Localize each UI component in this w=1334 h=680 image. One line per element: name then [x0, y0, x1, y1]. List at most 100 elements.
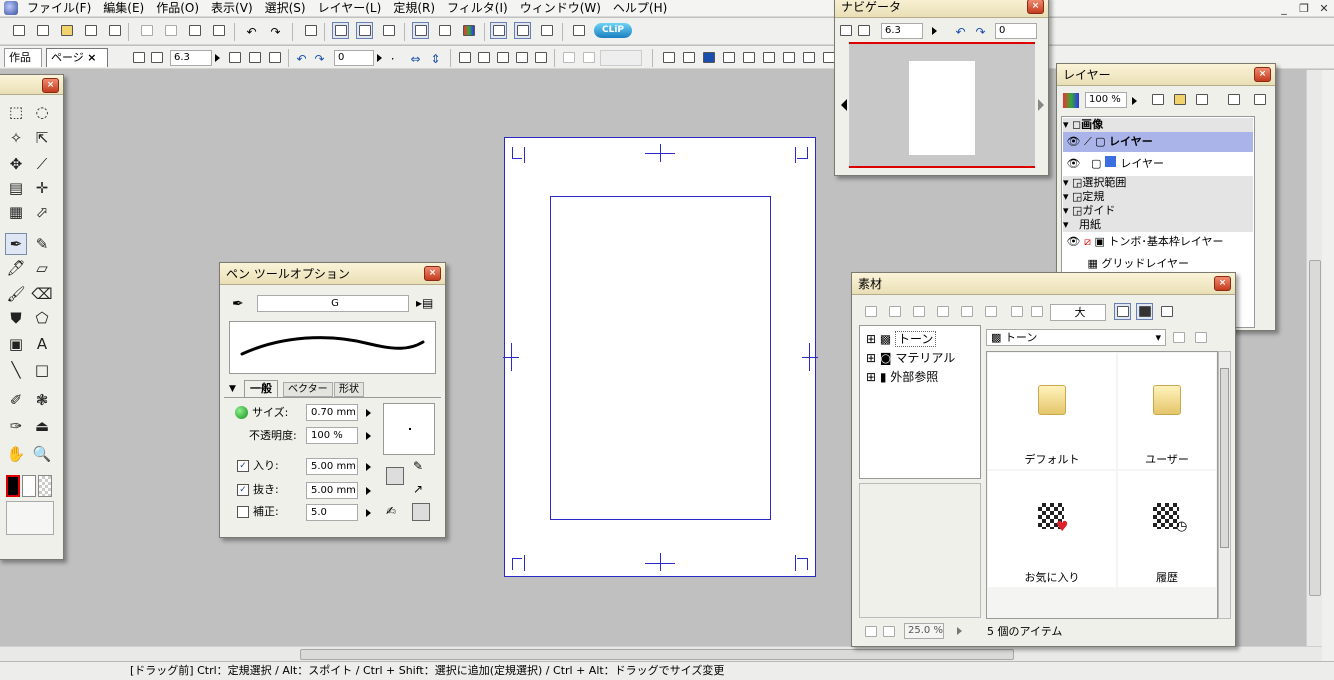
select-pen-icon[interactable]: ⬀	[31, 201, 53, 223]
rotate-reset-icon[interactable]	[148, 49, 165, 66]
stamp-tool-icon[interactable]: ⏏	[31, 415, 53, 437]
mat-paste-tone-icon[interactable]	[886, 303, 903, 320]
line-icon[interactable]	[680, 49, 697, 66]
brush-icon[interactable]	[740, 49, 757, 66]
mat-paste-icon[interactable]	[862, 303, 879, 320]
lasso-icon[interactable]: ◌	[31, 101, 53, 123]
angle-input[interactable]: 0	[334, 50, 374, 66]
cut-icon[interactable]	[138, 22, 155, 39]
object-select-icon[interactable]: ⇱	[31, 127, 53, 149]
pen-tool-icon[interactable]: ✒	[5, 233, 27, 255]
ruler-icon[interactable]	[494, 49, 511, 66]
delete-layer-icon[interactable]	[1193, 91, 1210, 108]
tab-work[interactable]: 作品	[4, 48, 42, 67]
text-tool-icon[interactable]: A	[31, 333, 53, 355]
close-window-icon[interactable]: ✕	[1314, 0, 1334, 16]
materials-close-button[interactable]: ×	[1214, 276, 1231, 291]
pressure-status-icon[interactable]	[235, 406, 248, 419]
nav-reset-icon[interactable]	[855, 22, 872, 39]
grid-tool-icon[interactable]: ▦	[5, 201, 27, 223]
mat-delete-icon[interactable]	[982, 303, 999, 320]
color-grid-icon[interactable]	[460, 22, 477, 39]
view-mode-1-icon[interactable]	[332, 22, 349, 39]
vertical-scroll-thumb[interactable]	[1309, 260, 1321, 596]
paste-icon[interactable]	[186, 22, 203, 39]
out-input[interactable]: 5.00 mm	[306, 482, 358, 499]
layer-opacity-arrow-icon[interactable]	[1132, 97, 1137, 105]
mat-up-icon[interactable]	[1170, 329, 1187, 346]
tone-tool-icon[interactable]: ❃	[31, 389, 53, 411]
brush-name-field[interactable]: G	[257, 295, 409, 312]
tab-general[interactable]: 一般	[244, 380, 278, 397]
menu-ruler[interactable]: 定規(R)	[387, 0, 441, 16]
layer-close-button[interactable]: ×	[1254, 67, 1271, 82]
palette-toggle-2-icon[interactable]	[514, 22, 531, 39]
mat-thumb-view-icon[interactable]	[1136, 303, 1153, 320]
tools-close-button[interactable]: ×	[42, 78, 59, 93]
brush-tool-icon[interactable]: 🖌	[5, 283, 27, 305]
zoom-input[interactable]: 6.3	[170, 50, 212, 66]
hand-tool-icon[interactable]: ✋	[5, 443, 27, 465]
in-arrow-icon[interactable]	[366, 463, 371, 471]
line-tool-icon[interactable]: ╲	[5, 359, 27, 381]
correction-checkbox[interactable]	[237, 506, 249, 518]
print-size-icon[interactable]	[266, 49, 283, 66]
minimize-icon[interactable]: _	[1274, 0, 1294, 16]
nav-zoom-input[interactable]: 6.3	[881, 23, 923, 39]
mat-zoom-input[interactable]: 25.0 %	[904, 623, 944, 639]
grid-layer-row[interactable]: ▦ グリッドレイヤー	[1063, 254, 1253, 274]
correction-arrow-icon[interactable]	[366, 509, 371, 517]
pencil-tool-icon[interactable]: ✎	[31, 233, 53, 255]
layer-view-icon[interactable]	[412, 22, 429, 39]
thumbnail-size-select[interactable]: 大	[1050, 304, 1106, 321]
lock-layer-icon[interactable]	[1225, 91, 1242, 108]
mat-folder-icon[interactable]	[958, 303, 975, 320]
horizontal-scroll-thumb[interactable]	[300, 649, 1014, 660]
nav-angle-input[interactable]: 0	[995, 23, 1037, 39]
rotate-right-icon[interactable]: ↷	[312, 49, 329, 66]
menu-select[interactable]: 選択(S)	[259, 0, 312, 16]
tab-vector[interactable]: ベクター	[283, 382, 333, 397]
marker-tool-icon[interactable]: 🖊	[5, 257, 27, 279]
mat-new-folder-icon[interactable]	[1192, 329, 1209, 346]
navigator-titlebar[interactable]: ナビゲータ	[835, 0, 1048, 18]
layer-paper-row[interactable]: ▾ 用紙	[1063, 218, 1253, 232]
gradient-tool-icon[interactable]: ▣	[5, 333, 27, 355]
new-file-icon[interactable]	[10, 22, 27, 39]
crop-mark-layer-row[interactable]: 👁 ⧄ ▣ トンボ･基本枠レイヤー	[1063, 232, 1253, 252]
in-curve-icon[interactable]	[386, 467, 404, 485]
pen-options-titlebar[interactable]: ペン ツールオプション	[220, 263, 445, 285]
disabled-2-icon[interactable]	[580, 49, 597, 66]
layer-selection-row[interactable]: ▾ ◲選択範囲	[1063, 176, 1253, 190]
print-icon[interactable]	[302, 22, 319, 39]
zoom-tool-icon[interactable]: 🔍	[31, 443, 53, 465]
angle-arrow-icon[interactable]	[377, 54, 382, 62]
balloon-tool-icon[interactable]: ✐	[5, 389, 27, 411]
correction-input[interactable]: 5.0	[306, 504, 358, 521]
tab-shape[interactable]: 形状	[334, 382, 364, 397]
material-item-favorites[interactable]: ♥ お気に入り	[988, 471, 1116, 587]
speed-line-icon[interactable]	[760, 49, 777, 66]
mat-menu-icon[interactable]	[1158, 303, 1175, 320]
out-checkbox[interactable]: ✓	[237, 484, 249, 496]
eraser-tool-icon[interactable]: ▱	[31, 257, 53, 279]
tree-item-external[interactable]: ⊞ ▮ 外部参照	[866, 368, 938, 386]
save-icon[interactable]	[82, 22, 99, 39]
nav-scroll-left-icon[interactable]	[841, 99, 847, 111]
layer-guide-row[interactable]: ▾ ◲ガイド	[1063, 204, 1253, 218]
menu-layer[interactable]: レイヤー(L)	[312, 0, 388, 16]
pen-icon[interactable]	[660, 49, 677, 66]
selection-area-icon[interactable]	[532, 49, 549, 66]
tree-item-tone[interactable]: ⊞ ▩ トーン	[866, 330, 937, 348]
material-scroll-thumb[interactable]	[1220, 368, 1229, 548]
out-arrow-icon[interactable]	[366, 487, 371, 495]
correction-icon[interactable]: ✍	[386, 504, 396, 518]
material-item-user[interactable]: ユーザー	[1118, 353, 1216, 469]
disabled-1-icon[interactable]	[560, 49, 577, 66]
transparent-color-swatch[interactable]	[38, 475, 52, 497]
horizontal-scrollbar[interactable]	[0, 646, 1322, 661]
move-tool-icon[interactable]: ✛	[31, 177, 53, 199]
tree-item-material[interactable]: ⊞ ◙ マテリアル	[866, 349, 955, 367]
undo-icon[interactable]: ↶	[244, 22, 261, 39]
flash-icon[interactable]	[800, 49, 817, 66]
